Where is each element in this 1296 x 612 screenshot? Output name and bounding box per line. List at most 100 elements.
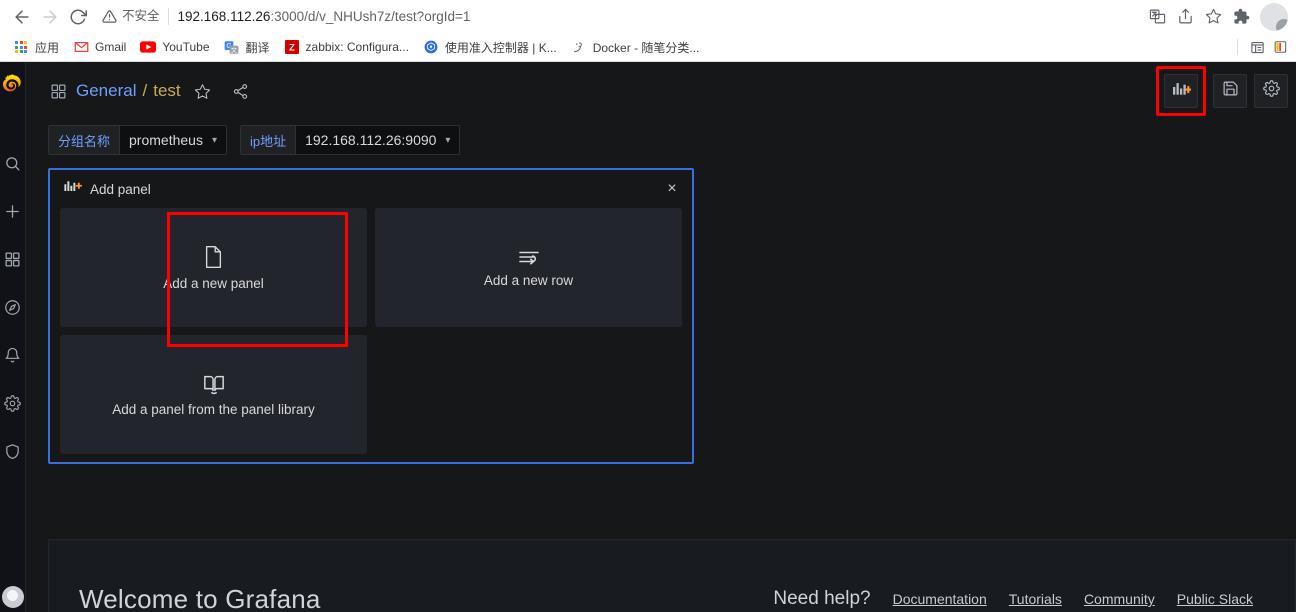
- dashboards-icon: [4, 251, 21, 273]
- bookmark-star-icon[interactable]: [1200, 4, 1226, 30]
- sidebar-item-search[interactable]: [0, 142, 26, 190]
- community-link[interactable]: Community: [1084, 591, 1155, 607]
- shield-icon: [4, 443, 21, 465]
- variable-label: ip地址: [239, 125, 296, 155]
- star-icon[interactable]: [194, 83, 211, 100]
- bookmark-apps[interactable]: 应用: [6, 36, 66, 59]
- share-icon[interactable]: [232, 83, 249, 100]
- svg-text:Z: Z: [289, 43, 295, 53]
- sidebar-item-explore[interactable]: [0, 286, 26, 334]
- variable-select[interactable]: prometheus ▾: [119, 125, 227, 155]
- grafana-logo-icon[interactable]: [0, 66, 26, 102]
- bookmarks-bar-right: [1231, 36, 1292, 58]
- grafana-app: General / test 分组名称 prometheus ▾ ip地址 19…: [0, 62, 1296, 612]
- sidebar-item-server-admin[interactable]: [0, 430, 26, 478]
- bookmark-kubernetes[interactable]: 使用准入控制器 | K...: [416, 36, 564, 59]
- dashboard-settings-button[interactable]: [1254, 74, 1288, 108]
- plus-icon: [4, 203, 21, 225]
- welcome-title: Welcome to Grafana: [79, 583, 321, 612]
- variable-value: prometheus: [129, 132, 203, 148]
- profile-avatar[interactable]: [1260, 2, 1288, 31]
- not-secure-icon: [102, 9, 117, 24]
- documentation-link[interactable]: Documentation: [893, 591, 987, 607]
- apps-grid-icon: [13, 39, 29, 55]
- bookmark-label: YouTube: [162, 40, 210, 54]
- add-new-panel-card[interactable]: Add a new panel: [60, 208, 367, 347]
- welcome-panel: Welcome to Grafana Need help? Documentat…: [48, 539, 1296, 612]
- omnibox-actions: [1144, 2, 1288, 31]
- template-variables: 分组名称 prometheus ▾ ip地址 192.168.112.26:90…: [26, 120, 1296, 160]
- bookmark-label: zabbix: Configura...: [305, 40, 409, 54]
- bookmark-label: Gmail: [95, 40, 127, 54]
- gear-icon: [4, 395, 21, 417]
- compass-icon: [4, 299, 21, 321]
- zabbix-icon: Z: [284, 39, 300, 55]
- bookmark-gmail[interactable]: Gmail: [66, 36, 133, 58]
- dashboard-content: General / test 分组名称 prometheus ▾ ip地址 19…: [26, 62, 1296, 612]
- reload-icon[interactable]: [64, 3, 92, 31]
- row-icon: [518, 248, 540, 266]
- add-panel-from-library-label: Add a panel from the panel library: [112, 401, 315, 417]
- url-host: 192.168.112.26: [177, 9, 271, 24]
- search-icon: [4, 155, 21, 177]
- add-panel-icon: [64, 179, 82, 199]
- gmail-icon: [73, 39, 89, 55]
- save-dashboard-button[interactable]: [1213, 74, 1247, 108]
- bookmark-translate[interactable]: G文 翻译: [217, 36, 277, 59]
- forward-arrow-icon[interactable]: [36, 3, 64, 31]
- sidebar-item-alerting[interactable]: [0, 334, 26, 382]
- bookmark-label: 使用准入控制器 | K...: [444, 40, 557, 55]
- add-new-row-label: Add a new row: [483, 272, 574, 288]
- translate-icon[interactable]: [1144, 4, 1170, 30]
- browser-nav-bar: 不安全 192.168.112.26:3000/d/v_NHUsh7z/test…: [0, 0, 1296, 33]
- youtube-icon: [140, 39, 157, 55]
- add-panel-icon: [1172, 80, 1192, 102]
- bookmark-label: 应用: [35, 40, 60, 55]
- breadcrumb-separator: /: [142, 81, 148, 100]
- add-new-row-card[interactable]: Add a new row: [375, 208, 682, 327]
- bookmark-docker[interactable]: Docker - 随笔分类...: [564, 36, 707, 59]
- variable-group-ip: ip地址 192.168.112.26:9090 ▾: [239, 125, 461, 155]
- bookmark-manager-icon[interactable]: [1270, 36, 1292, 58]
- google-translate-icon: G文: [224, 39, 240, 55]
- add-panel-button[interactable]: [1164, 74, 1198, 108]
- breadcrumb-folder[interactable]: General: [76, 81, 136, 101]
- chevron-down-icon: ▾: [211, 134, 217, 146]
- dashboard-grid-icon: [50, 83, 67, 100]
- bell-icon: [4, 347, 21, 369]
- security-label: 不安全: [122, 8, 169, 25]
- dashboard-toolbar: General / test: [26, 62, 1296, 120]
- sidebar-user-avatar[interactable]: [1, 586, 24, 608]
- add-panel-widget: Add panel × Add a new panel Add a new ro…: [48, 168, 694, 464]
- reading-list-icon[interactable]: [1246, 36, 1268, 58]
- back-arrow-icon[interactable]: [8, 3, 36, 31]
- extensions-icon[interactable]: [1228, 4, 1254, 30]
- bookmark-label: Docker - 随笔分类...: [592, 40, 700, 55]
- share-icon[interactable]: [1172, 4, 1198, 30]
- sidebar-item-create[interactable]: [0, 190, 26, 238]
- public-slack-link[interactable]: Public Slack: [1177, 591, 1253, 607]
- variable-value: 192.168.112.26:9090: [305, 132, 437, 148]
- chevron-down-icon: ▾: [445, 134, 451, 146]
- save-icon: [1222, 80, 1239, 102]
- variable-label: 分组名称: [48, 125, 120, 155]
- file-icon: [203, 245, 224, 269]
- tutorials-link[interactable]: Tutorials: [1009, 591, 1062, 607]
- bookmark-zabbix[interactable]: Z zabbix: Configura...: [277, 36, 416, 58]
- add-new-panel-label: Add a new panel: [163, 275, 264, 291]
- url-path: :3000/d/v_NHUsh7z/test?orgId=1: [270, 9, 471, 24]
- sidebar-item-configuration[interactable]: [0, 382, 26, 430]
- add-panel-from-library-card[interactable]: Add a panel from the panel library: [60, 335, 367, 454]
- page-title[interactable]: test: [153, 81, 180, 101]
- welcome-help-links: Need help? Documentation Tutorials Commu…: [773, 588, 1253, 610]
- breadcrumb: General / test: [50, 81, 249, 101]
- sidebar-item-dashboards[interactable]: [0, 238, 26, 286]
- variable-select[interactable]: 192.168.112.26:9090 ▾: [295, 125, 461, 155]
- add-panel-highlight: [1156, 66, 1206, 116]
- close-icon[interactable]: ×: [664, 181, 680, 197]
- address-bar[interactable]: 不安全 192.168.112.26:3000/d/v_NHUsh7z/test…: [102, 4, 1138, 30]
- bookmark-youtube[interactable]: YouTube: [133, 36, 216, 58]
- dashboard-actions: [1156, 62, 1288, 120]
- variable-group-name: 分组名称 prometheus ▾: [48, 125, 227, 155]
- add-panel-widget-title: Add panel: [90, 181, 151, 197]
